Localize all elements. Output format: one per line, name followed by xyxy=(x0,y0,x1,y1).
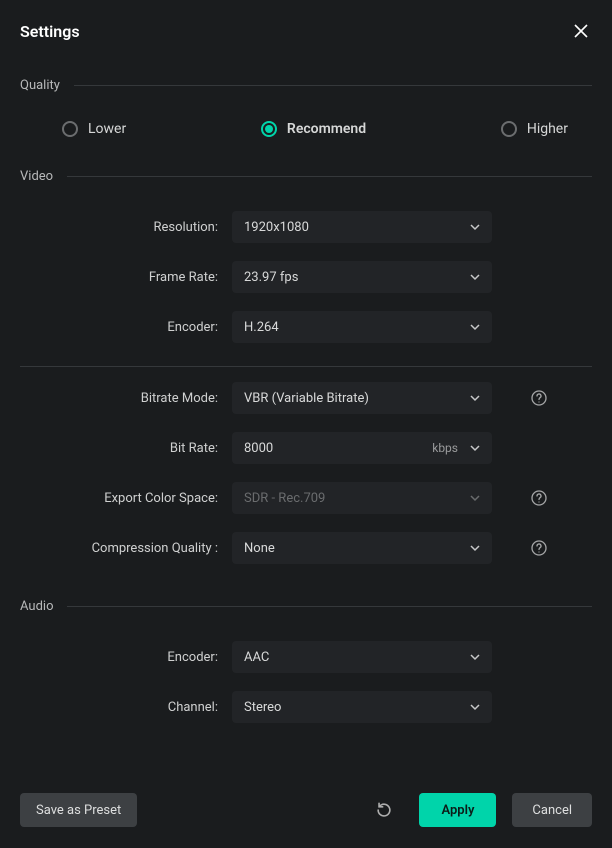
chevron-down-icon xyxy=(470,702,480,712)
help-icon xyxy=(531,540,547,556)
section-video: Video xyxy=(20,169,592,184)
close-icon xyxy=(574,24,588,38)
quality-option-lower[interactable]: Lower xyxy=(62,121,126,137)
footer: Save as Preset Apply Cancel xyxy=(0,772,612,848)
chevron-down-icon xyxy=(470,543,480,553)
section-quality: Quality xyxy=(20,78,592,93)
radio-icon xyxy=(62,121,78,137)
radio-icon xyxy=(261,121,277,137)
audio-encoder-value: AAC xyxy=(244,650,269,665)
chevron-down-icon xyxy=(470,272,480,282)
section-label-video: Video xyxy=(20,169,53,184)
section-audio: Audio xyxy=(20,599,592,614)
video-encoder-value: H.264 xyxy=(244,320,279,335)
framerate-value: 23.97 fps xyxy=(244,270,298,285)
channel-label: Channel: xyxy=(20,700,232,715)
radio-icon xyxy=(501,121,517,137)
reset-button[interactable] xyxy=(369,795,399,825)
bitrate-mode-value: VBR (Variable Bitrate) xyxy=(244,391,369,406)
chevron-down-icon xyxy=(470,652,480,662)
apply-button[interactable]: Apply xyxy=(419,793,496,827)
help-icon xyxy=(531,390,547,406)
quality-radio-group: Lower Recommend Higher xyxy=(20,111,592,143)
bitrate-unit: kbps xyxy=(432,441,458,455)
chevron-down-icon xyxy=(470,222,480,232)
divider xyxy=(67,176,592,177)
chevron-down-icon xyxy=(470,322,480,332)
bitrate-mode-dropdown[interactable]: VBR (Variable Bitrate) xyxy=(232,382,492,414)
channel-dropdown[interactable]: Stereo xyxy=(232,691,492,723)
colorspace-dropdown: SDR - Rec.709 xyxy=(232,482,492,514)
reset-icon xyxy=(375,801,393,819)
compression-value: None xyxy=(244,541,275,556)
framerate-label: Frame Rate: xyxy=(20,270,232,285)
divider xyxy=(20,366,592,367)
chevron-down-icon xyxy=(470,443,480,453)
close-button[interactable] xyxy=(570,20,592,42)
page-title: Settings xyxy=(20,22,80,41)
video-encoder-label: Encoder: xyxy=(20,320,232,335)
help-button-bitrate-mode[interactable] xyxy=(530,389,548,407)
colorspace-label: Export Color Space: xyxy=(20,491,232,506)
resolution-label: Resolution: xyxy=(20,220,232,235)
colorspace-value: SDR - Rec.709 xyxy=(244,491,325,506)
chevron-down-icon xyxy=(470,393,480,403)
compression-dropdown[interactable]: None xyxy=(232,532,492,564)
chevron-down-icon xyxy=(470,493,480,503)
help-icon xyxy=(531,490,547,506)
bitrate-dropdown[interactable]: 8000 kbps xyxy=(232,432,492,464)
video-encoder-dropdown[interactable]: H.264 xyxy=(232,311,492,343)
header: Settings xyxy=(0,0,612,42)
framerate-dropdown[interactable]: 23.97 fps xyxy=(232,261,492,293)
help-button-compression[interactable] xyxy=(530,539,548,557)
resolution-dropdown[interactable]: 1920x1080 xyxy=(232,211,492,243)
quality-label-higher: Higher xyxy=(527,121,568,137)
quality-option-recommend[interactable]: Recommend xyxy=(261,121,366,137)
audio-encoder-dropdown[interactable]: AAC xyxy=(232,641,492,673)
quality-label-lower: Lower xyxy=(88,121,126,137)
bitrate-mode-label: Bitrate Mode: xyxy=(20,391,232,406)
quality-option-higher[interactable]: Higher xyxy=(501,121,568,137)
divider xyxy=(67,606,592,607)
section-label-quality: Quality xyxy=(20,78,60,93)
cancel-button[interactable]: Cancel xyxy=(512,793,592,827)
section-label-audio: Audio xyxy=(20,599,53,614)
help-button-colorspace[interactable] xyxy=(530,489,548,507)
bitrate-value: 8000 xyxy=(244,441,273,456)
channel-value: Stereo xyxy=(244,700,281,715)
divider xyxy=(74,85,592,86)
quality-label-recommend: Recommend xyxy=(287,121,366,137)
bitrate-label: Bit Rate: xyxy=(20,441,232,456)
save-preset-button[interactable]: Save as Preset xyxy=(20,793,137,827)
audio-encoder-label: Encoder: xyxy=(20,650,232,665)
resolution-value: 1920x1080 xyxy=(244,220,309,235)
compression-label: Compression Quality : xyxy=(20,541,232,556)
